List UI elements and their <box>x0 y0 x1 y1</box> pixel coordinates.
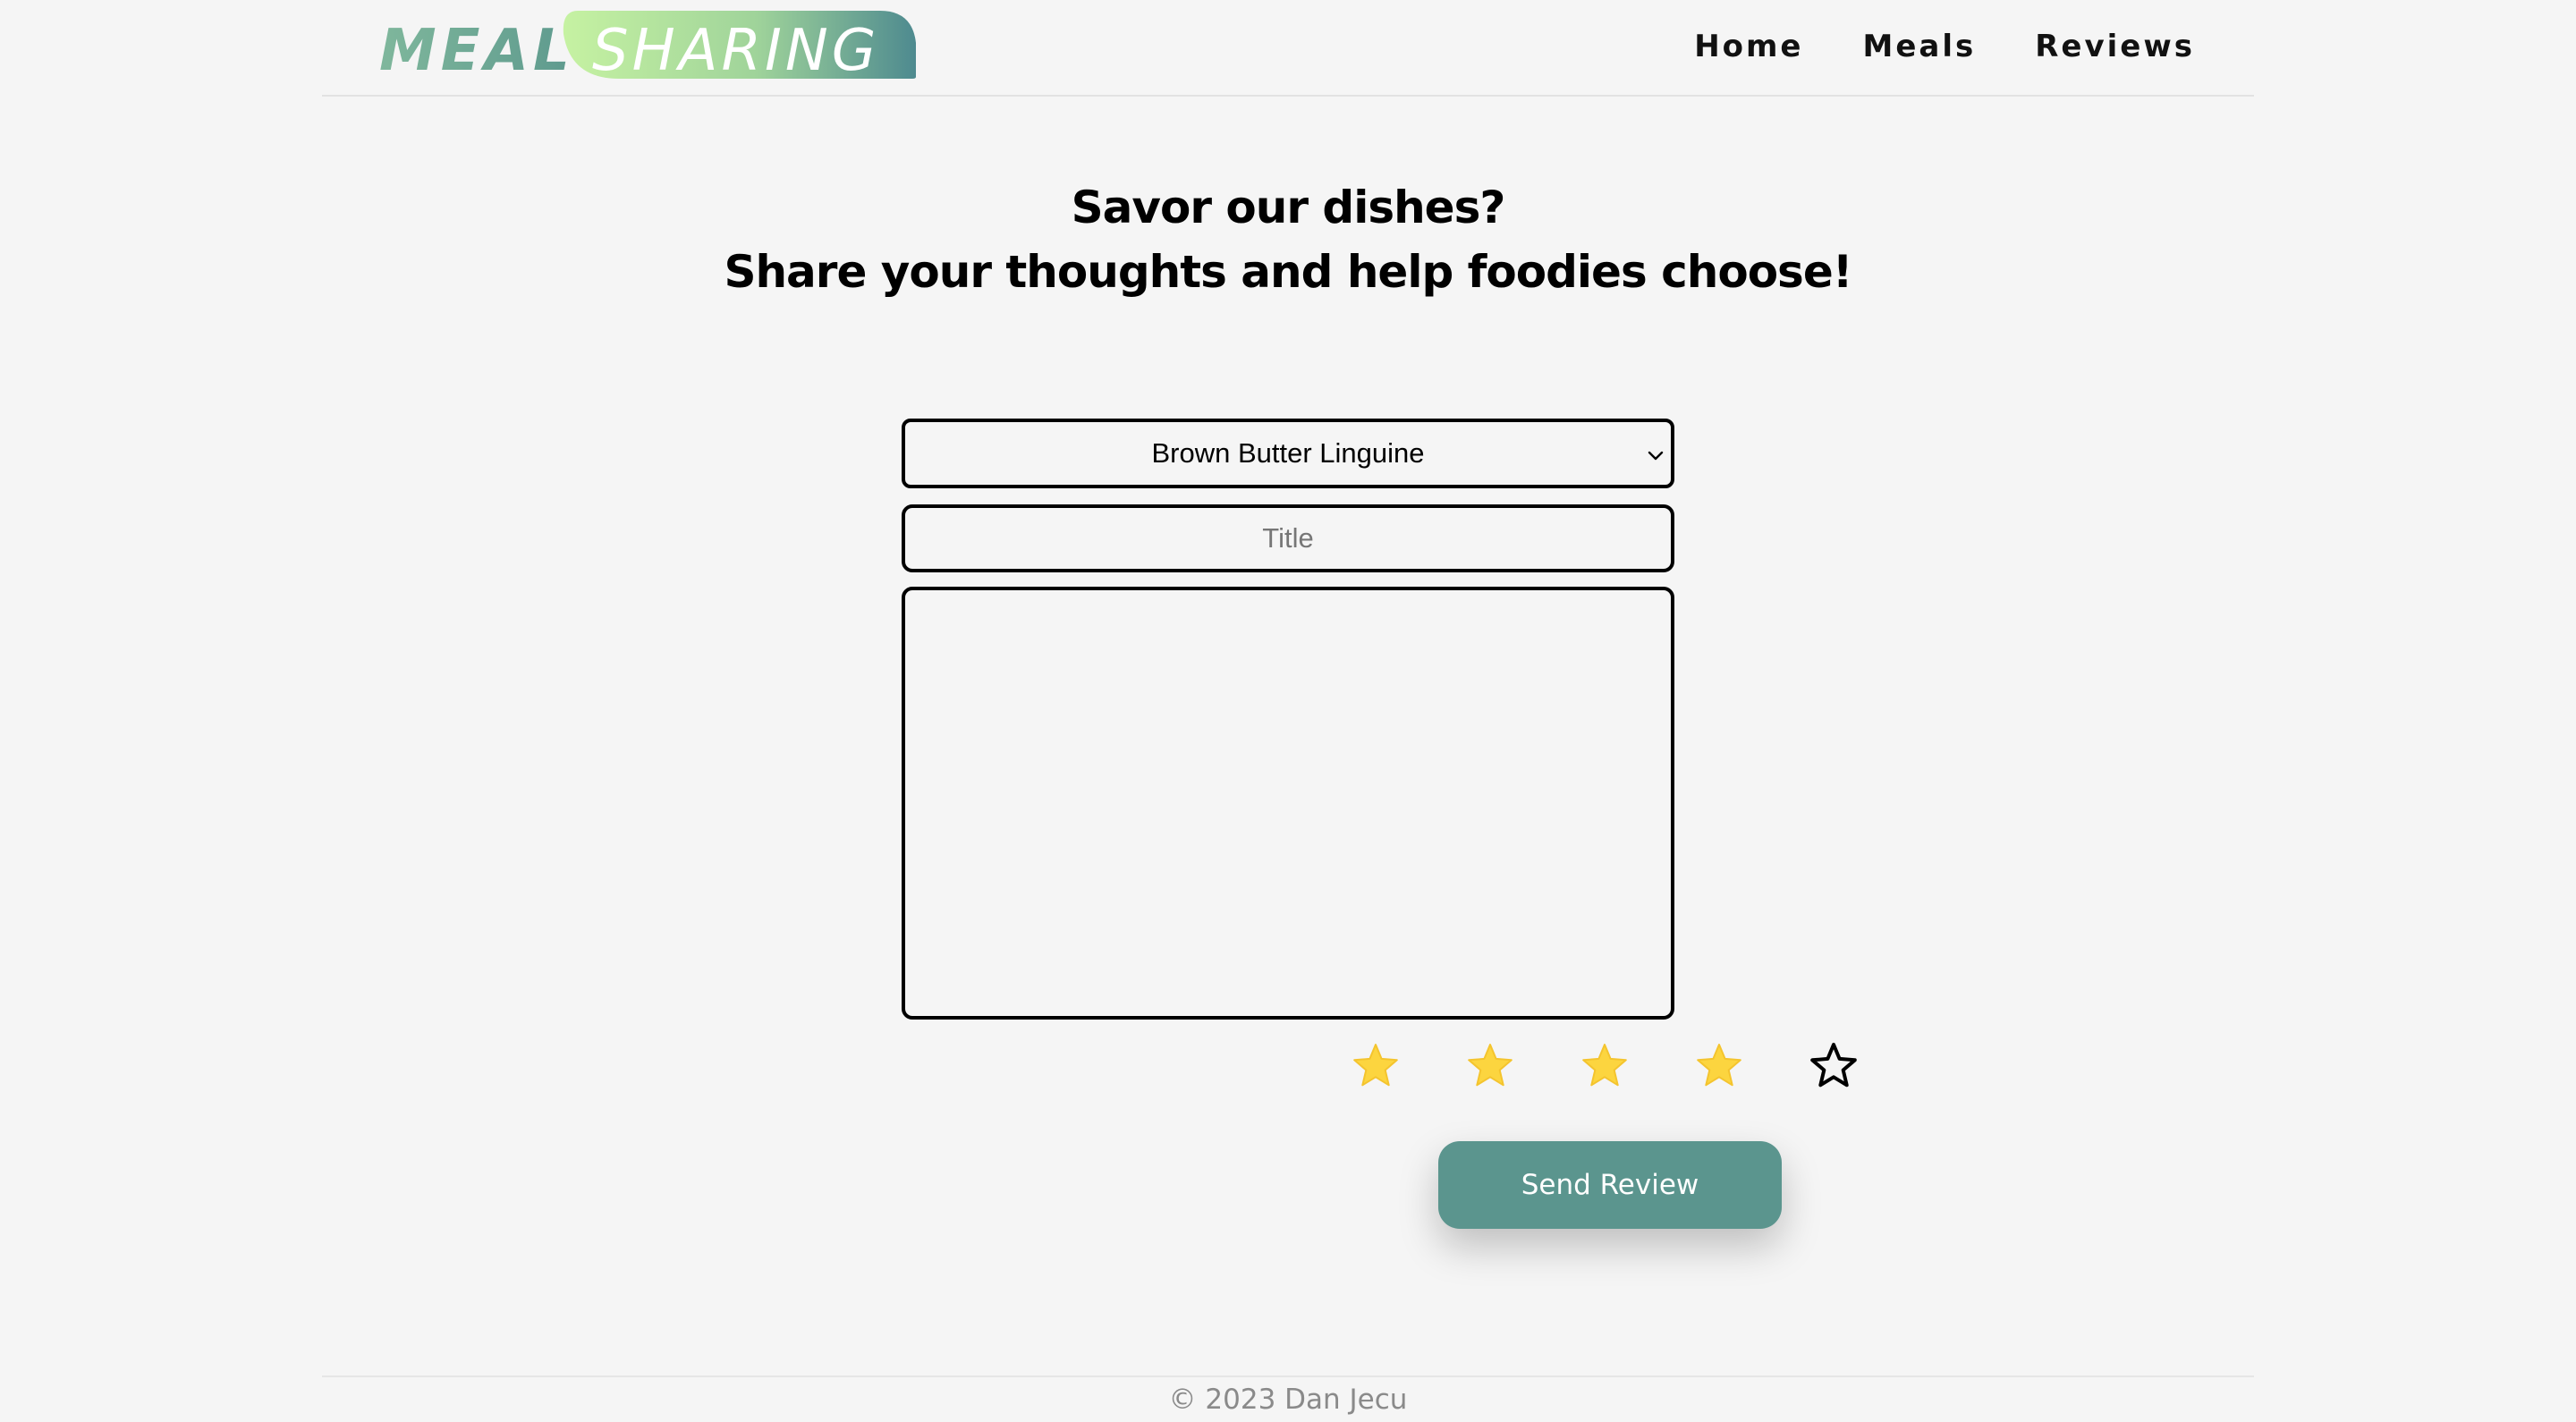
site-header: MEAL SHARING Home Meals Reviews <box>322 0 2254 97</box>
star-rating <box>1351 1041 1859 1091</box>
star-filled-icon[interactable] <box>1351 1041 1401 1091</box>
site-footer: © 2023 Dan Jecu <box>322 1375 2254 1422</box>
heading-line-1: Savor our dishes? <box>1071 182 1506 233</box>
nav-link-home[interactable]: Home <box>1694 29 1803 64</box>
logo-word-meal: MEAL <box>379 18 574 84</box>
review-form: Brown Butter Linguine <box>902 419 1674 1020</box>
copyright-text: © 2023 Dan Jecu <box>1168 1384 1408 1416</box>
star-filled-icon[interactable] <box>1465 1041 1515 1091</box>
meal-select[interactable]: Brown Butter Linguine <box>902 419 1674 488</box>
meal-select-value: Brown Butter Linguine <box>1151 437 1425 469</box>
review-description-textarea[interactable] <box>902 587 1674 1020</box>
logo-word-sharing: SHARING <box>592 18 879 84</box>
logo[interactable]: MEAL SHARING <box>379 9 1238 84</box>
star-filled-icon[interactable] <box>1580 1041 1630 1091</box>
review-title-input[interactable] <box>902 504 1674 572</box>
main-nav: Home Meals Reviews <box>1694 21 2195 72</box>
nav-link-reviews[interactable]: Reviews <box>2035 29 2195 64</box>
page-heading: Savor our dishes? Share your thoughts an… <box>322 175 2254 304</box>
heading-line-2: Share your thoughts and help foodies cho… <box>724 246 1852 298</box>
page: MEAL SHARING Home Meals Reviews Savor ou… <box>322 0 2254 1420</box>
send-review-button[interactable]: Send Review <box>1438 1141 1782 1229</box>
star-filled-icon[interactable] <box>1694 1041 1744 1091</box>
chevron-down-icon <box>1648 451 1664 461</box>
nav-link-meals[interactable]: Meals <box>1863 29 1977 64</box>
star-empty-icon[interactable] <box>1809 1041 1859 1091</box>
